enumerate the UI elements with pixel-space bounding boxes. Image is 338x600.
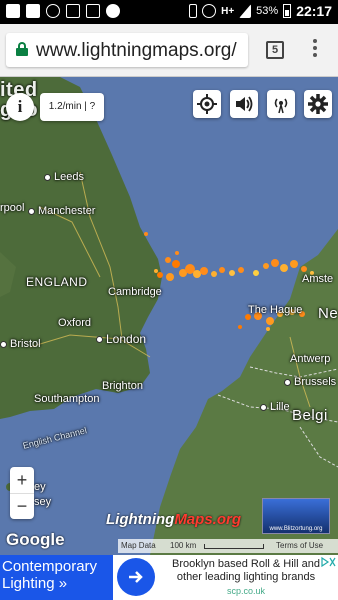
blitzortung-logo[interactable]: www.Blitzortung.org (262, 498, 330, 534)
status-bar: H+ 53% 22:17 (0, 0, 338, 24)
zoom-out-button[interactable]: − (10, 493, 34, 519)
info-icon: i (17, 97, 23, 116)
brand-part2: Maps.org (174, 511, 241, 528)
url-text[interactable]: www.lightningmaps.org/ (36, 40, 237, 62)
clock: 22:17 (296, 3, 332, 19)
google-logo: Google (6, 530, 65, 549)
ad-title-panel[interactable]: Contemporary Lighting » (0, 555, 113, 600)
ad-choices-icon[interactable] (320, 556, 336, 568)
map-attribution: Map Data 100 km Terms of Use (118, 539, 338, 553)
locate-button[interactable] (193, 90, 221, 118)
ad-url[interactable]: scp.co.uk (160, 586, 332, 596)
url-bar[interactable]: www.lightningmaps.org/ (6, 33, 248, 67)
photo-icon (86, 4, 100, 18)
email-icon (6, 4, 20, 18)
gear-icon (308, 94, 328, 114)
map-data-link[interactable]: Map Data (121, 541, 156, 550)
signal-icon (239, 4, 252, 18)
lightningmaps-logo[interactable]: LightningMaps.org (106, 511, 241, 528)
sound-button[interactable] (230, 90, 258, 118)
scale-bar (204, 544, 264, 549)
map-label-liverpool: rpool (0, 202, 25, 214)
ad-text: Brooklyn based Roll & Hill and other lea… (172, 558, 320, 583)
ad-banner[interactable]: Contemporary Lighting » Brooklyn based R… (0, 555, 338, 600)
map-base (0, 77, 338, 555)
strike-rate-text: 1.2/min | ? (48, 101, 96, 112)
map-label-london: London (96, 332, 146, 346)
zoom-in-button[interactable]: + (10, 467, 34, 494)
network-type: H+ (221, 5, 235, 17)
overflow-menu-icon[interactable] (312, 39, 318, 61)
ad-title: Contemporary Lighting » (2, 558, 98, 592)
map-label-england: ENGLAND (26, 275, 88, 289)
chat-icon (46, 4, 60, 18)
settings-button[interactable] (304, 90, 332, 118)
map-label-cambridge: Cambridge (108, 286, 162, 298)
map-label-netherlands: Ne (318, 305, 338, 322)
lightning-map[interactable]: ited gdo Leeds rpool Manchester ENGLAND … (0, 77, 338, 555)
ad-go-button[interactable] (117, 558, 155, 596)
lock-icon (16, 42, 28, 56)
terms-link[interactable]: Terms of Use (276, 541, 323, 550)
zoom-control: + − (10, 467, 34, 519)
gmail-icon (66, 4, 80, 18)
tab-switcher-button[interactable]: 5 (266, 41, 284, 59)
map-label-the-hague: The Hague (248, 304, 303, 316)
map-label-bristol: Bristol (0, 338, 41, 350)
map-label-brussels: Brussels (284, 376, 336, 388)
alarm-icon (202, 4, 217, 18)
map-label-oxford: Oxford (58, 317, 92, 329)
map-label-antwerp: Antwerp (290, 353, 331, 365)
broadcast-icon (274, 98, 288, 114)
arrow-right-icon (129, 571, 143, 583)
map-label-jersey-2: sey (34, 496, 52, 508)
map-label-jersey-1: ey (34, 481, 46, 493)
map-label-belgium: Belgi (292, 407, 328, 424)
whatsapp-icon (106, 4, 120, 18)
crosshair-icon (197, 94, 217, 114)
map-label-lille: Lille (260, 401, 290, 413)
map-label-brighton: Brighton (102, 380, 143, 392)
map-label-leeds: Leeds (44, 171, 84, 183)
facebook-icon (26, 4, 40, 18)
battery-icon (283, 4, 292, 18)
live-broadcast-button[interactable] (267, 90, 295, 118)
battery-percent: 53% (256, 5, 279, 17)
strike-rate-display[interactable]: 1.2/min | ? (40, 93, 104, 121)
info-button[interactable]: i (6, 93, 34, 121)
map-label-southampton: Southampton (34, 393, 100, 405)
speaker-icon (236, 96, 253, 112)
scale-label: 100 km (170, 541, 197, 550)
blitzortung-label: www.Blitzortung.org (269, 526, 323, 532)
brand-part1: Lightning (106, 511, 175, 528)
map-label-amsterdam: Amste (302, 273, 334, 285)
browser-toolbar: www.lightningmaps.org/ 5 (0, 24, 338, 77)
bluetooth-icon (189, 4, 198, 18)
map-label-manchester: Manchester (28, 205, 95, 217)
